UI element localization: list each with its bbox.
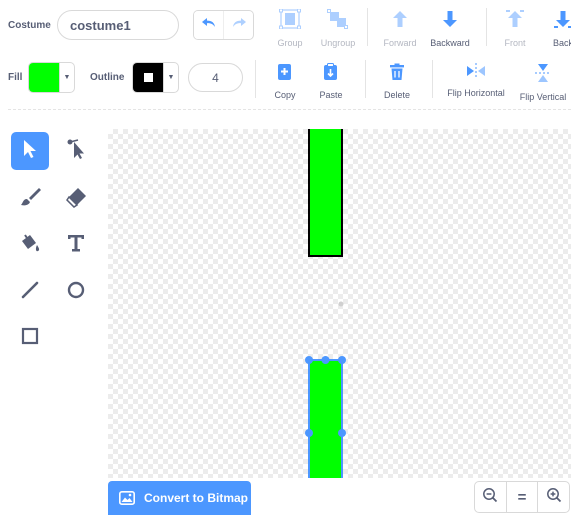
toolbar-divider [8,109,571,110]
back-button[interactable]: Back [548,9,571,48]
line-tool[interactable] [11,273,49,311]
rotation-center [338,301,344,307]
flip-horizontal-label: Flip Horizontal [447,88,505,98]
fill-label: Fill [8,72,23,83]
divider [486,8,487,46]
flip-vertical-icon [535,63,551,88]
outline-swatch [133,63,163,92]
divider [432,60,433,98]
costume-name-input[interactable] [57,10,179,40]
fill-icon [19,232,41,259]
fill-tool[interactable] [11,226,49,264]
backward-label: Backward [430,38,470,48]
brush-tool[interactable] [11,180,49,218]
zoom-in-icon [546,487,562,508]
paste-icon [323,63,339,86]
eraser-tool[interactable] [57,180,95,218]
zoom-reset-button[interactable]: = [505,482,538,512]
circle-tool[interactable] [57,273,95,311]
select-tool[interactable] [11,132,49,170]
paste-button[interactable]: Paste [315,63,347,100]
outline-width-input[interactable] [188,63,243,92]
divider [255,60,256,98]
backward-button[interactable]: Backward [427,9,473,48]
selection-handle[interactable] [338,429,346,437]
zoom-reset-label: = [517,488,527,506]
text-icon [66,233,86,258]
undo-icon [201,16,217,35]
reshape-tool[interactable] [57,132,95,170]
group-icon [279,8,301,34]
ungroup-label: Ungroup [320,38,356,48]
front-label: Front [504,38,526,48]
forward-icon [390,9,410,34]
canvas-drawing [305,129,346,478]
outline-label: Outline [90,72,125,83]
delete-label: Delete [383,90,410,100]
chevron-down-icon: ▼ [59,63,74,92]
divider [367,8,368,46]
convert-to-bitmap-label: Convert to Bitmap [144,491,249,505]
text-tool[interactable] [57,226,95,264]
reshape-icon [65,138,87,165]
circle-icon [66,280,86,305]
shape-top-rectangle[interactable] [308,129,343,257]
flip-vertical-label: Flip Vertical [519,92,567,102]
redo-icon [231,16,247,35]
flip-horizontal-button[interactable]: Flip Horizontal [445,63,507,98]
front-icon [505,9,525,34]
front-button[interactable]: Front [500,9,530,48]
trash-icon [389,63,405,86]
rectangle-tool[interactable] [11,319,49,357]
copy-icon [277,63,293,86]
redo-button[interactable] [223,11,253,39]
copy-label: Copy [274,90,296,100]
brush-icon [19,186,41,213]
zoom-controls: = [474,481,570,513]
rectangle-icon [20,326,40,351]
undo-button[interactable] [194,11,223,39]
group-button[interactable]: Group [275,8,305,48]
fill-swatch [29,63,59,92]
shape-selected-rectangle[interactable] [308,359,343,478]
chevron-down-icon: ▼ [163,63,178,92]
image-icon [119,491,135,505]
forward-button[interactable]: Forward [381,9,419,48]
zoom-out-button[interactable] [475,482,506,512]
zoom-in-button[interactable] [537,482,569,512]
group-label: Group [277,38,303,48]
selection-handle[interactable] [305,429,313,437]
outline-color-picker[interactable]: ▼ [132,62,179,93]
selection-handle[interactable] [338,356,346,364]
select-icon [21,139,39,164]
undo-redo-group [193,10,254,40]
selection-handle[interactable] [321,356,330,364]
costume-label: Costume [8,20,51,31]
copy-button[interactable]: Copy [270,63,300,100]
flip-horizontal-icon [466,63,486,84]
eraser-icon [65,186,87,213]
ungroup-icon [327,9,349,34]
flip-vertical-button[interactable]: Flip Vertical [517,63,569,102]
back-label: Back [552,38,571,48]
ungroup-button[interactable]: Ungroup [315,9,361,48]
divider [365,60,366,98]
paste-label: Paste [319,90,343,100]
back-icon [553,9,571,34]
line-icon [20,280,40,305]
zoom-out-icon [482,487,498,508]
forward-label: Forward [383,38,417,48]
backward-icon [440,9,460,34]
fill-color-picker[interactable]: ▼ [28,62,75,93]
convert-to-bitmap-button[interactable]: Convert to Bitmap [108,481,251,515]
selection-handle[interactable] [305,356,313,364]
delete-button[interactable]: Delete [380,63,414,100]
paint-canvas[interactable] [108,129,571,478]
